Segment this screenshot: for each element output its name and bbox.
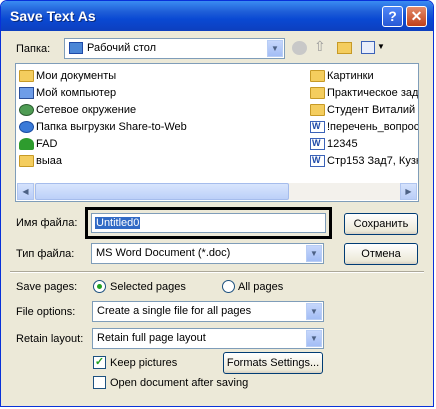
window-title: Save Text As — [10, 8, 96, 24]
list-item[interactable]: Мой компьютер — [19, 86, 304, 102]
folder-label: Папка: — [16, 43, 51, 55]
network-icon — [19, 104, 34, 116]
filetype-dropdown[interactable]: MS Word Document (*.doc) ▼ — [91, 243, 324, 264]
cancel-button[interactable]: Отмена — [344, 243, 418, 265]
title-bar[interactable]: Save Text As ? ✕ — [1, 1, 433, 31]
word-doc-icon — [310, 155, 325, 167]
scroll-left-icon[interactable]: ◀ — [17, 183, 34, 200]
keep-pictures-checkbox[interactable]: ✓ — [93, 356, 106, 369]
horizontal-scrollbar[interactable]: ◀ ▶ — [17, 183, 417, 200]
all-pages-label[interactable]: All pages — [238, 281, 283, 293]
chevron-down-icon[interactable]: ▼ — [306, 303, 322, 320]
list-item[interactable]: Мои документы — [19, 69, 304, 85]
folder-icon — [19, 70, 34, 82]
web-folder-icon — [19, 121, 34, 133]
up-folder-icon[interactable]: ⇧ — [314, 38, 328, 54]
list-item[interactable]: выаа — [19, 154, 304, 170]
folder-current: Рабочий стол — [87, 42, 157, 54]
computer-icon — [19, 87, 34, 99]
all-pages-radio[interactable] — [222, 280, 235, 293]
word-doc-icon — [310, 138, 325, 150]
list-item[interactable]: Стр153 Зад7, Кузн — [310, 154, 418, 170]
chevron-down-icon[interactable]: ▼ — [306, 245, 322, 262]
filename-label: Имя файла: — [16, 217, 78, 229]
folder-icon — [310, 87, 325, 99]
save-button[interactable]: Сохранить — [344, 213, 418, 235]
list-item[interactable]: Папка выгрузки Share-to-Web — [19, 120, 304, 136]
filetype-label: Тип файла: — [16, 248, 75, 260]
scroll-right-icon[interactable]: ▶ — [400, 183, 417, 200]
retain-layout-label: Retain layout: — [16, 333, 84, 345]
close-button[interactable]: ✕ — [406, 6, 427, 27]
help-button[interactable]: ? — [382, 6, 403, 27]
keep-pictures-label[interactable]: Keep pictures — [110, 357, 177, 369]
filename-highlight-box — [85, 207, 332, 239]
file-options-dropdown[interactable]: Create a single file for all pages ▼ — [92, 301, 324, 322]
formats-settings-button[interactable]: Formats Settings... — [223, 352, 323, 374]
list-item[interactable]: FAD — [19, 137, 304, 153]
folder-dropdown[interactable]: Рабочий стол ▼ — [64, 38, 285, 59]
folder-icon — [19, 155, 34, 167]
file-list[interactable]: Мои документы Мой компьютер Сетевое окру… — [15, 63, 419, 202]
view-dropdown-arrow-icon[interactable]: ▼ — [377, 42, 385, 58]
list-item[interactable]: Сетевое окружение — [19, 103, 304, 119]
file-options-value: Create a single file for all pages — [97, 305, 252, 317]
new-folder-icon[interactable] — [337, 42, 352, 54]
scrollbar-thumb[interactable] — [35, 183, 289, 200]
list-item[interactable]: Студент Виталий м — [310, 103, 418, 119]
open-after-saving-checkbox[interactable] — [93, 376, 106, 389]
selected-pages-radio[interactable] — [93, 280, 106, 293]
chevron-down-icon[interactable]: ▼ — [306, 330, 322, 347]
divider — [10, 271, 424, 273]
folder-icon — [310, 70, 325, 82]
retain-layout-value: Retain full page layout — [97, 332, 206, 344]
save-pages-label: Save pages: — [16, 281, 78, 293]
folder-icon — [310, 104, 325, 116]
filetype-value: MS Word Document (*.doc) — [96, 247, 231, 259]
list-item[interactable]: !перечень_вопросо — [310, 120, 418, 136]
view-menu-icon[interactable] — [361, 41, 375, 54]
desktop-icon — [69, 42, 83, 54]
save-text-as-dialog: Save Text As ? ✕ Папка: Рабочий стол ▼ ⇧… — [0, 0, 434, 407]
list-item[interactable]: 12345 — [310, 137, 418, 153]
list-item[interactable]: Картинки — [310, 69, 418, 85]
tree-icon — [19, 138, 34, 150]
selected-pages-label[interactable]: Selected pages — [110, 281, 186, 293]
open-after-saving-label[interactable]: Open document after saving — [110, 377, 248, 389]
retain-layout-dropdown[interactable]: Retain full page layout ▼ — [92, 328, 324, 349]
chevron-down-icon[interactable]: ▼ — [267, 40, 283, 57]
list-item[interactable]: Практическое зада — [310, 86, 418, 102]
back-icon[interactable] — [292, 41, 307, 55]
file-options-label: File options: — [16, 306, 76, 318]
word-doc-icon — [310, 121, 325, 133]
